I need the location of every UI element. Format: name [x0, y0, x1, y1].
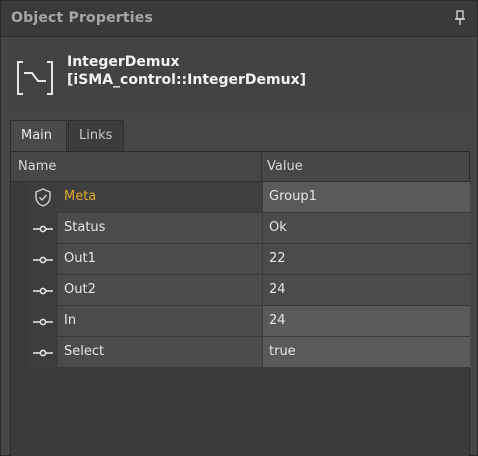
- row-icon-cell: [29, 306, 58, 337]
- property-value: 22: [269, 251, 286, 266]
- property-name: Status: [64, 220, 106, 235]
- row-name-cell: Out1: [58, 244, 262, 275]
- tab-main[interactable]: Main: [10, 120, 67, 152]
- property-name: Out1: [64, 251, 96, 266]
- column-header-name[interactable]: Name: [18, 159, 56, 174]
- column-header-value[interactable]: Value: [267, 159, 303, 174]
- property-value[interactable]: true: [269, 344, 296, 359]
- tab-links[interactable]: Links: [68, 120, 124, 151]
- row-value-cell[interactable]: true: [262, 337, 470, 368]
- object-type: [iSMA_control::IntegerDemux]: [67, 72, 307, 88]
- property-grid: Name Value Meta Group1 Status Ok Out1 22…: [10, 151, 470, 456]
- panel-title: Object Properties: [11, 10, 154, 26]
- property-name: In: [64, 313, 77, 328]
- object-properties-panel: Object Properties IntegerDemux [iSMA_con…: [0, 0, 478, 456]
- slot-icon: [33, 256, 53, 264]
- property-row-in[interactable]: In 24: [11, 306, 470, 337]
- property-name: Out2: [64, 282, 96, 297]
- row-icon-cell: [29, 337, 58, 368]
- row-icon-cell: [29, 244, 58, 275]
- slot-icon: [33, 287, 53, 295]
- row-icon-cell: [29, 182, 58, 213]
- slot-icon: [33, 225, 53, 233]
- column-divider[interactable]: [261, 152, 262, 182]
- slot-icon: [33, 318, 53, 326]
- row-name-cell: Select: [58, 337, 262, 368]
- property-value[interactable]: 24: [269, 313, 286, 328]
- row-name-cell: Out2: [58, 275, 262, 306]
- row-name-cell: Status: [58, 213, 262, 244]
- row-name-cell: Meta: [58, 182, 262, 213]
- demux-icon: [17, 61, 53, 95]
- property-value: Ok: [269, 220, 287, 235]
- grid-header: Name Value: [11, 152, 469, 182]
- row-value-cell: 22: [262, 244, 470, 275]
- property-row-status[interactable]: Status Ok: [11, 213, 470, 244]
- shield-icon: [35, 188, 51, 207]
- object-header: IntegerDemux [iSMA_control::IntegerDemux…: [9, 39, 471, 113]
- panel-titlebar: Object Properties: [1, 1, 477, 37]
- row-value-cell[interactable]: 24: [262, 306, 470, 337]
- row-name-cell: In: [58, 306, 262, 337]
- row-value-cell: Ok: [262, 213, 470, 244]
- property-row-out1[interactable]: Out1 22: [11, 244, 470, 275]
- row-value-cell[interactable]: Group1: [262, 182, 470, 213]
- row-value-cell: 24: [262, 275, 470, 306]
- property-row-select[interactable]: Select true: [11, 337, 470, 368]
- pin-icon[interactable]: [453, 9, 467, 27]
- property-row-meta[interactable]: Meta Group1: [11, 182, 470, 213]
- property-name: Select: [64, 344, 105, 359]
- property-value: 24: [269, 282, 286, 297]
- property-name: Meta: [64, 189, 97, 204]
- row-icon-cell: [29, 213, 58, 244]
- object-name: IntegerDemux: [67, 54, 180, 70]
- property-row-out2[interactable]: Out2 24: [11, 275, 470, 306]
- row-icon-cell: [29, 275, 58, 306]
- slot-icon: [33, 349, 53, 357]
- property-value[interactable]: Group1: [269, 189, 317, 204]
